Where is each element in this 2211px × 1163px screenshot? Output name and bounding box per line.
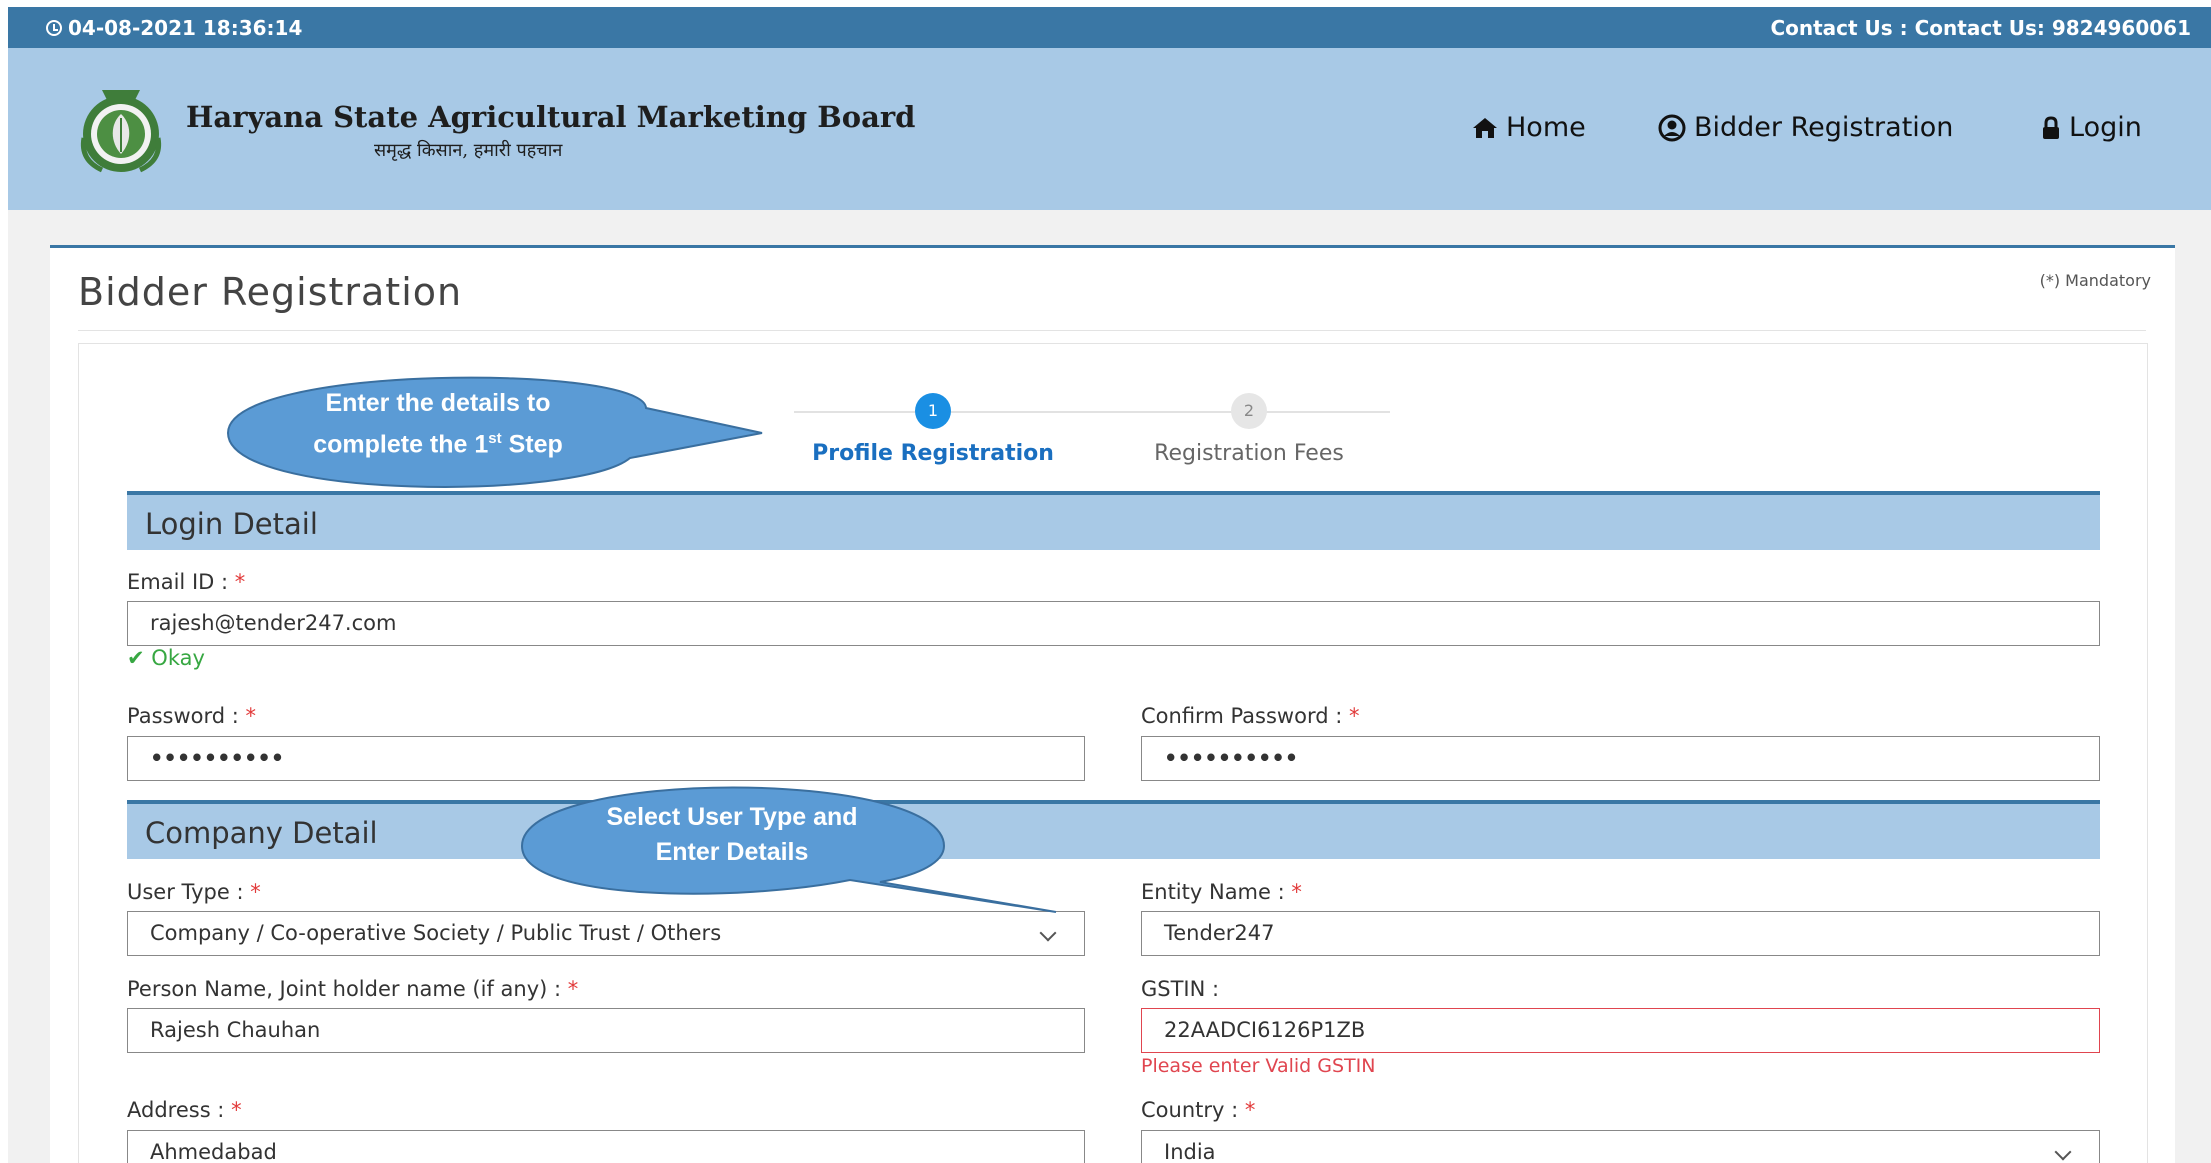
callout-step1-line2: complete the 1st Step <box>248 421 628 462</box>
callout-usertype: Select User Type and Enter Details <box>552 800 912 870</box>
callout-step1-line2-pre: complete the 1 <box>313 430 489 459</box>
callout-step1-line1: Enter the details to <box>325 389 551 417</box>
callout-usertype-line2: Enter Details <box>655 838 809 866</box>
callout-step1: Enter the details to complete the 1st St… <box>248 386 628 462</box>
callout-step1-sup: st <box>488 430 502 447</box>
callout-usertype-line1: Select User Type and <box>606 803 858 831</box>
callout-shapes <box>226 376 1057 913</box>
callout-step1-line2-post: Step <box>501 430 563 459</box>
